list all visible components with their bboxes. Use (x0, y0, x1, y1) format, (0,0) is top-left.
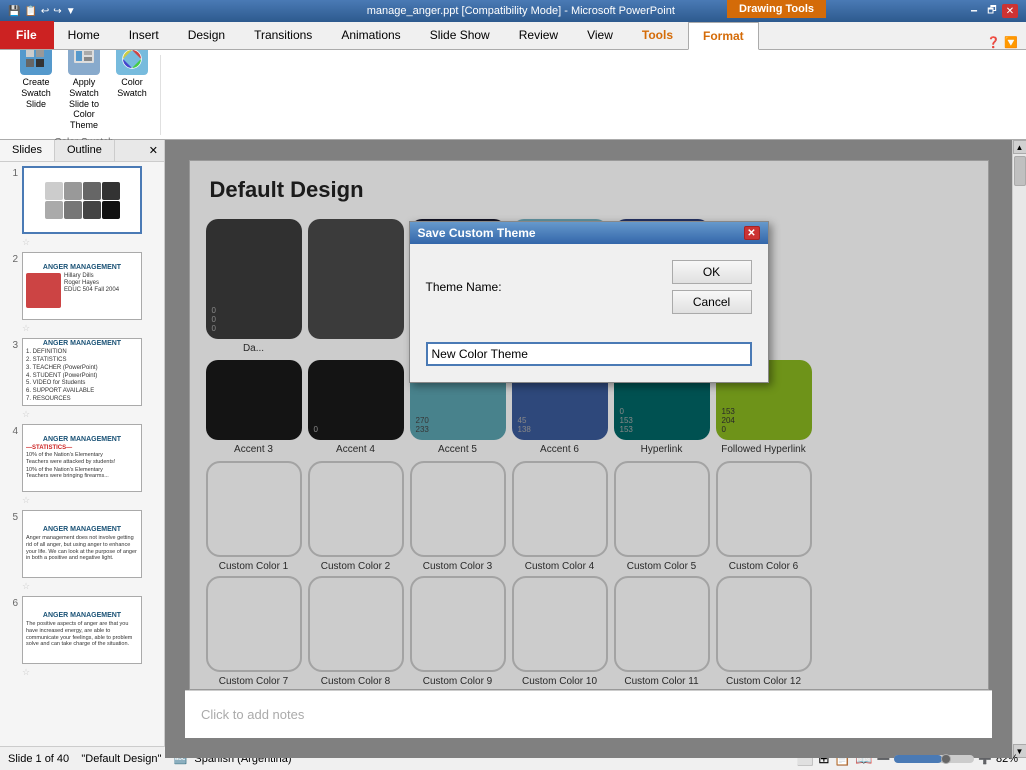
dialog-cancel-button[interactable]: Cancel (672, 290, 752, 314)
outline-tab[interactable]: Outline (55, 140, 115, 161)
star-icon-3: ☆ (22, 409, 30, 419)
close-button[interactable]: ✕ (1002, 4, 1018, 18)
title-bar: 💾 📋 ↩ ↪ ▼ manage_anger.ppt [Compatibilit… (0, 0, 1026, 22)
apply-swatch-label: ApplySwatchSlide toColorTheme (69, 77, 99, 131)
tab-review[interactable]: Review (505, 21, 573, 49)
dialog-input-area (410, 342, 768, 382)
slide-thumbnail-1[interactable] (22, 166, 142, 234)
theme-name: "Default Design" (81, 753, 161, 765)
create-swatch-label: CreateSwatchSlide (21, 77, 51, 109)
star-icon-5: ☆ (22, 581, 30, 591)
help-icon[interactable]: ❓ (987, 36, 1001, 49)
slide-thumb-5[interactable]: 5 ANGER MANAGEMENT Anger management does… (4, 510, 160, 592)
create-swatch-slide-button[interactable]: CreateSwatchSlide (16, 41, 56, 133)
dialog-theme-name-row: Theme Name: OK Cancel (426, 260, 752, 314)
slide-num-4: 4 (4, 424, 18, 437)
tab-file[interactable]: File (0, 21, 54, 49)
tab-format[interactable]: Format (688, 22, 759, 50)
slide-info: Slide 1 of 40 (8, 753, 69, 765)
dialog-title-bar: Save Custom Theme ✕ (410, 222, 768, 244)
color-swatch-label: ColorSwatch (117, 77, 147, 99)
scroll-up-button[interactable]: ▲ (1013, 140, 1026, 154)
minimize-button[interactable]: 🗕 (966, 4, 982, 18)
panel-close-button[interactable]: ✕ (143, 140, 164, 161)
star-icon-1: ☆ (22, 237, 30, 247)
tab-slideshow[interactable]: Slide Show (416, 21, 505, 49)
slides-tab[interactable]: Slides (0, 140, 55, 161)
slide-thumbnail-4[interactable]: ANGER MANAGEMENT —STATISTICS— 10% of the… (22, 424, 142, 492)
slide-thumb-1[interactable]: 1 ☆ (4, 166, 160, 248)
tab-tools[interactable]: Tools (628, 21, 688, 49)
star-icon-6: ☆ (22, 667, 30, 677)
slide-thumb-6[interactable]: 6 ANGER MANAGEMENT The positive aspects … (4, 596, 160, 678)
tab-transitions[interactable]: Transitions (240, 21, 327, 49)
vertical-scrollbar[interactable]: ▲ ▼ (1012, 140, 1026, 758)
theme-name-input[interactable] (426, 342, 752, 366)
slide-thumb-3[interactable]: 3 ANGER MANAGEMENT 1. DEFINITION 2. STAT… (4, 338, 160, 420)
slide-thumb-2[interactable]: 2 ANGER MANAGEMENT Hillary Dills Roger H… (4, 252, 160, 334)
slide-thumb-4[interactable]: 4 ANGER MANAGEMENT —STATISTICS— 10% of t… (4, 424, 160, 506)
ribbon-tabs: File Home Insert Design Transitions Anim… (0, 22, 1026, 50)
star-icon-2: ☆ (22, 323, 30, 333)
window-title: manage_anger.ppt [Compatibility Mode] - … (76, 5, 966, 17)
drawing-tools-label: Drawing Tools (727, 0, 826, 18)
slide-num-3: 3 (4, 338, 18, 351)
slide-thumbnail-2[interactable]: ANGER MANAGEMENT Hillary Dills Roger Hay… (22, 252, 142, 320)
dialog-ok-button[interactable]: OK (672, 260, 752, 284)
content-row: Default Design 0 0 0 Da... (165, 140, 1026, 758)
dialog-theme-name-label: Theme Name: (426, 280, 502, 294)
dialog-overlay: Save Custom Theme ✕ Theme Name: OK Cance… (190, 161, 988, 689)
slide-num-6: 6 (4, 596, 18, 609)
notes-placeholder: Click to add notes (201, 707, 304, 722)
scrollbar-thumb[interactable] (1014, 156, 1026, 186)
tab-insert[interactable]: Insert (115, 21, 174, 49)
color-swatch-group: CreateSwatchSlide ApplySwatchSlide toCol… (8, 55, 161, 135)
slides-panel: Slides Outline ✕ 1 (0, 140, 165, 746)
ribbon-content: CreateSwatchSlide ApplySwatchSlide toCol… (0, 50, 1026, 140)
content-area: Default Design 0 0 0 Da... (165, 140, 1012, 758)
slide-thumbnail-3[interactable]: ANGER MANAGEMENT 1. DEFINITION 2. STATIS… (22, 338, 142, 406)
slide-thumbnail-5[interactable]: ANGER MANAGEMENT Anger management does n… (22, 510, 142, 578)
zoom-slider[interactable] (894, 755, 974, 763)
tab-design[interactable]: Design (174, 21, 240, 49)
notes-area[interactable]: Click to add notes (185, 690, 992, 738)
content-column: Default Design 0 0 0 Da... (165, 140, 1026, 746)
save-custom-theme-dialog: Save Custom Theme ✕ Theme Name: OK Cance… (409, 221, 769, 383)
tab-view[interactable]: View (573, 21, 628, 49)
tab-animations[interactable]: Animations (327, 21, 415, 49)
window-controls[interactable]: 🗕 🗗 ✕ (966, 4, 1018, 18)
slide-num-2: 2 (4, 252, 18, 265)
maximize-button[interactable]: 🗗 (984, 4, 1000, 18)
tab-home[interactable]: Home (54, 21, 115, 49)
dialog-title-text: Save Custom Theme (418, 226, 536, 240)
star-icon-4: ☆ (22, 495, 30, 505)
apply-swatch-button[interactable]: ApplySwatchSlide toColorTheme (64, 41, 104, 133)
dialog-button-group: OK Cancel (672, 260, 752, 314)
color-swatch-button[interactable]: ColorSwatch (112, 41, 152, 133)
slide-num-5: 5 (4, 510, 18, 523)
dialog-close-button[interactable]: ✕ (744, 226, 760, 240)
slide-num-1: 1 (4, 166, 18, 179)
dialog-body: Theme Name: OK Cancel (410, 244, 768, 342)
minimize-ribbon-icon[interactable]: 🔽 (1004, 36, 1018, 49)
main-area: Slides Outline ✕ 1 (0, 140, 1026, 746)
ribbon-buttons: CreateSwatchSlide ApplySwatchSlide toCol… (16, 41, 152, 133)
slides-panel-tabs: Slides Outline ✕ (0, 140, 164, 162)
zoom-thumb[interactable] (941, 754, 951, 764)
slides-list: 1 ☆ (0, 162, 164, 746)
slide-canvas[interactable]: Default Design 0 0 0 Da... (189, 160, 989, 690)
slide-thumbnail-6[interactable]: ANGER MANAGEMENT The positive aspects of… (22, 596, 142, 664)
